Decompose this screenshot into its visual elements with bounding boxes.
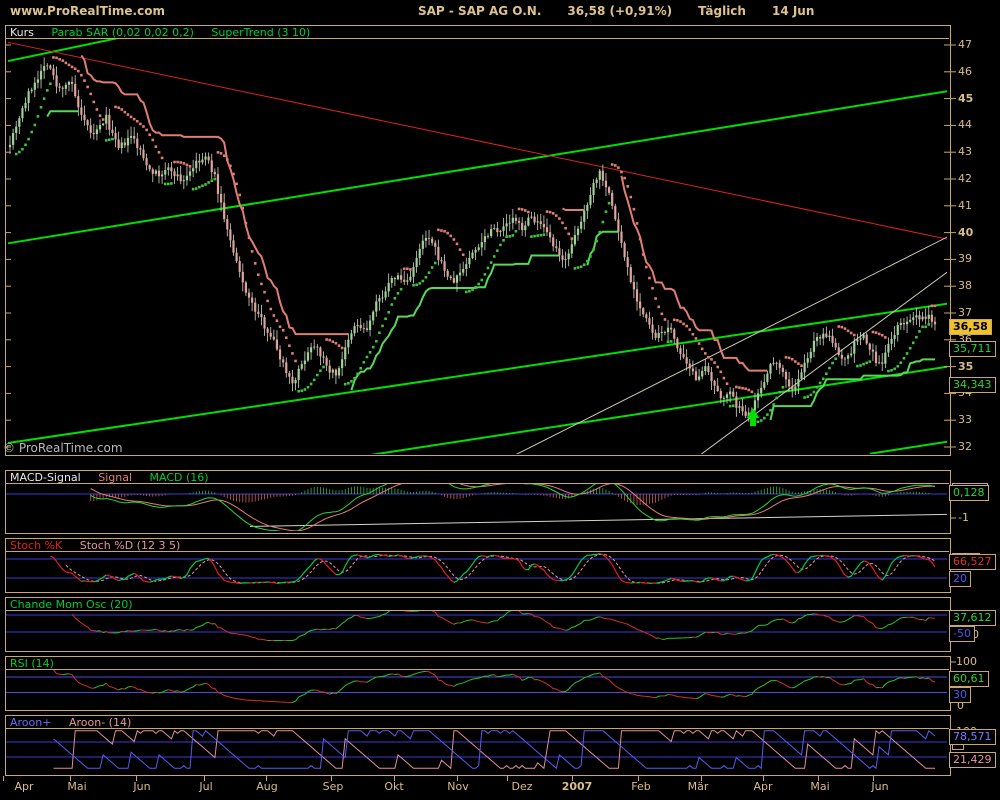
month-label: Jun: [856, 780, 904, 793]
macd-label[interactable]: MACD (16): [150, 471, 209, 484]
signal-label[interactable]: Signal: [98, 471, 132, 484]
month-label: 2007: [553, 780, 601, 793]
aroon-panel-label-row: Aroon+ Aroon- (14): [6, 716, 949, 729]
price-tick-label: 41: [958, 199, 972, 212]
month-label: Aug: [243, 780, 291, 793]
price-tick-label: 47: [958, 38, 972, 51]
aroon-minus-label[interactable]: Aroon- (14): [69, 716, 131, 729]
price-tick-label: 33: [958, 413, 972, 426]
price-tick-label: 43: [958, 145, 972, 158]
supertrend-label[interactable]: SuperTrend (3 10): [211, 26, 310, 39]
month-label: Apr: [0, 780, 48, 793]
macd-value-badge: 0,128: [949, 485, 989, 501]
chande-value-badge: 37,612: [949, 610, 996, 626]
price-tick-label: 45: [958, 92, 973, 105]
watermark: © ProRealTime.com: [3, 441, 123, 455]
stoch-level-badge: 20: [949, 571, 971, 587]
chart-canvas[interactable]: [0, 0, 1000, 800]
price-panel-label-row: Kurs Parab SAR (0,02 0,02 0,2) SuperTren…: [6, 26, 949, 39]
supertrend-level-badge: 34,343: [949, 377, 996, 393]
month-label: Feb: [617, 780, 665, 793]
macd-signal-label[interactable]: MACD-Signal: [10, 471, 81, 484]
macd-tick-label: -1: [958, 511, 969, 524]
month-label: Jun: [118, 780, 166, 793]
price-tick-label: 37: [958, 306, 972, 319]
month-label: Jul: [182, 780, 230, 793]
chande-level-badge: -50: [949, 626, 975, 642]
rsi-100-label: 100: [956, 655, 977, 668]
price-tick-label: 39: [958, 252, 972, 265]
month-label: Mai: [796, 780, 844, 793]
rsi-value-badge: 60,61: [949, 671, 989, 687]
month-label: Mai: [53, 780, 101, 793]
rsi-panel-label-row: RSI (14): [6, 657, 949, 670]
supertrend-level-badge: 35,711: [949, 341, 996, 357]
month-label: Okt: [370, 780, 418, 793]
chande-label[interactable]: Chande Mom Osc (20): [10, 598, 133, 611]
month-label: Apr: [739, 780, 787, 793]
price-tick-label: 46: [958, 65, 972, 78]
month-label: Dez: [498, 780, 546, 793]
chande-panel-label-row: Chande Mom Osc (20): [6, 598, 949, 611]
aroon-100-label: 100: [956, 720, 982, 729]
month-label: Mär: [674, 780, 722, 793]
month-label: Sep: [309, 780, 357, 793]
last-price-badge: 36,58: [949, 319, 992, 335]
kurs-label: Kurs: [10, 26, 34, 39]
prorealtime-window: { "palette":{ "frame_tan":"#c9a868","axi…: [0, 0, 1000, 800]
aroon-minus-badge: 21,429: [949, 752, 996, 768]
rsi-level-badge: 30: [949, 687, 971, 703]
price-tick-label: 42: [958, 172, 972, 185]
price-tick-label: 40: [958, 226, 973, 239]
stoch-value-badge: 66,527: [949, 554, 996, 570]
aroon-plus-badge: 78,571: [949, 729, 996, 745]
aroon-plus-label[interactable]: Aroon+: [10, 716, 51, 729]
price-tick-label: 38: [958, 279, 972, 292]
parab-sar-label[interactable]: Parab SAR (0,02 0,02 0,2): [51, 26, 194, 39]
price-tick-label: 44: [958, 118, 972, 131]
month-label: Nov: [434, 780, 482, 793]
price-tick-label: 35: [958, 360, 973, 373]
stoch-panel-label-row: Stoch %K Stoch %D (12 3 5): [6, 539, 949, 552]
stoch-k-label[interactable]: Stoch %K: [10, 539, 62, 552]
price-tick-label: 32: [958, 440, 972, 453]
rsi-label[interactable]: RSI (14): [10, 657, 54, 670]
aroon-hidden-tick-box: [952, 744, 964, 750]
stoch-d-label[interactable]: Stoch %D (12 3 5): [80, 539, 181, 552]
macd-panel-label-row: MACD-Signal Signal MACD (16): [6, 471, 949, 484]
